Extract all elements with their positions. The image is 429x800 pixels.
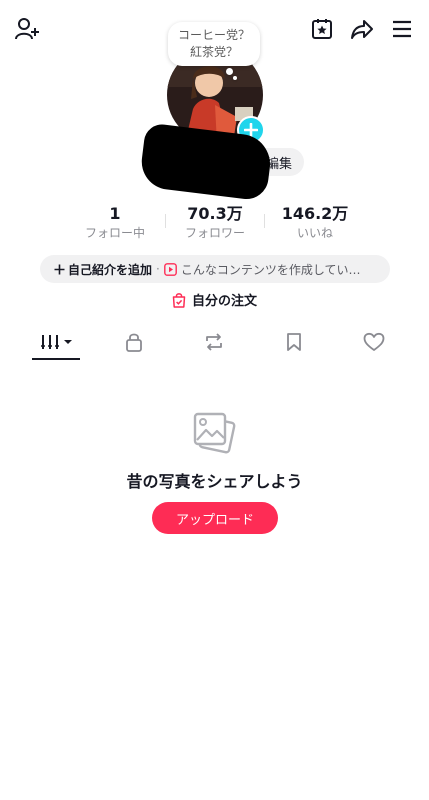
stat-divider [264, 214, 265, 228]
stat-followers[interactable]: 70.3万 フォロワー [172, 203, 258, 241]
person-plus-icon [15, 18, 39, 40]
stat-likes-value: 146.2万 [281, 204, 349, 223]
share-button[interactable] [348, 16, 376, 42]
tab-liked[interactable] [350, 325, 398, 359]
plus-icon [54, 264, 65, 274]
add-bio-button[interactable]: 自己紹介を追加 [54, 261, 152, 278]
calendar-button[interactable] [308, 16, 336, 42]
profile-status-bubble[interactable]: コーヒー党？ 紅茶党？ [168, 22, 260, 66]
my-orders-link[interactable]: 自分の注文 [0, 290, 429, 309]
heart-icon [363, 332, 385, 351]
tab-private[interactable] [110, 325, 158, 359]
stat-likes-label: いいね [296, 226, 333, 240]
empty-state-illustration [190, 408, 240, 458]
bubble-tail-dot [226, 68, 233, 75]
status-bubble-line1: コーヒー党？ [177, 28, 250, 42]
status-bubble-line2: 紅茶党？ [189, 45, 238, 59]
tab-videos[interactable] [32, 325, 80, 359]
empty-state-title: 昔の写真をシェアしよう [126, 472, 303, 491]
add-friend-button[interactable] [12, 16, 42, 42]
tab-favorites[interactable] [270, 325, 318, 359]
repost-icon [206, 333, 222, 351]
stat-likes[interactable]: 146.2万 いいね [272, 203, 358, 241]
shopping-bag-icon [172, 292, 186, 308]
stat-following-value: 1 [109, 204, 121, 223]
grid-bars-icon [40, 335, 59, 349]
stat-following[interactable]: 1 フォロー中 [72, 203, 158, 241]
stat-followers-label: フォロワー [184, 226, 245, 240]
photos-icon [193, 412, 236, 454]
upload-button[interactable]: アップロード [152, 502, 278, 534]
bio-row: 自己紹介を追加 · こんなコンテンツを作成してい… [40, 255, 390, 283]
add-bio-label: 自己紹介を追加 [68, 262, 153, 277]
chevron-down-icon [63, 340, 72, 344]
bookmark-icon [287, 333, 301, 351]
my-orders-label: 自分の注文 [191, 294, 257, 309]
stat-following-label: フォロー中 [84, 226, 145, 240]
share-arrow-icon [351, 20, 373, 39]
active-tab-indicator [32, 358, 80, 360]
content-suggestion-label: こんなコンテンツを作成してい… [180, 262, 361, 277]
stat-divider [165, 214, 166, 228]
calendar-star-icon [312, 19, 332, 39]
stat-followers-value: 70.3万 [187, 204, 243, 223]
tab-reposts[interactable] [190, 325, 238, 359]
hamburger-menu-icon [393, 20, 411, 38]
play-video-icon [163, 262, 177, 276]
menu-button[interactable] [388, 16, 416, 42]
lock-icon [126, 333, 142, 352]
bubble-tail-dot-small [233, 76, 237, 80]
bio-separator: · [156, 262, 160, 276]
content-suggestion-link[interactable]: こんなコンテンツを作成してい… [163, 261, 361, 278]
